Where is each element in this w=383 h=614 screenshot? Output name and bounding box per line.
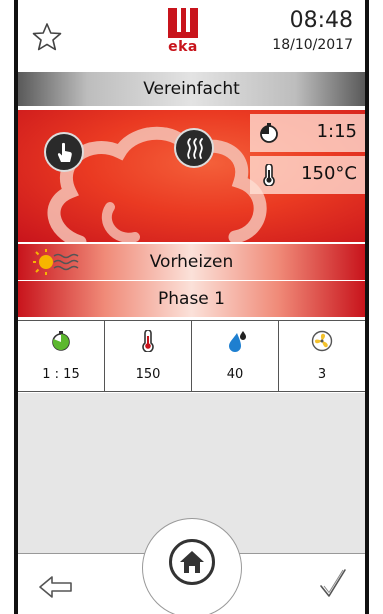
param-temperature-value: 150 [135,367,161,382]
phase-label: Phase 1 [158,289,225,309]
steam-mode-button[interactable] [174,128,214,168]
steam-icon [187,138,203,159]
param-fan[interactable]: 3 [279,321,365,391]
program-panel: 1:15 150°C [18,110,365,242]
footer-nav [18,518,365,614]
param-time-value: 1 : 15 [42,367,80,382]
eka-logo: eka [162,8,204,60]
phase-bar[interactable]: Phase 1 [18,281,365,317]
manual-mode-button[interactable] [44,132,84,172]
star-outline-icon[interactable] [32,22,62,52]
humidity-drop-icon [229,331,246,352]
param-temperature[interactable]: 150 [105,321,192,391]
phase-parameters: 1 : 15 150 40 3 [18,320,365,392]
clock-date: 18/10/2017 [272,37,353,53]
checkmark-icon[interactable] [319,568,347,600]
manual-touch-icon [57,142,72,162]
arrow-left-icon[interactable] [38,574,74,600]
preheat-label: Vorheizen [149,252,234,272]
timer-icon [260,123,278,143]
param-time[interactable]: 1 : 15 [18,321,105,391]
timer-display[interactable]: 1:15 [250,114,365,152]
thermometer-icon [142,330,154,352]
oven-control-screen: eka 08:48 18/10/2017 Vereinfacht 1:15 15… [14,0,369,614]
thermometer-icon [263,164,275,186]
preheat-bar[interactable]: Vorheizen [18,244,365,280]
param-fan-value: 3 [317,367,327,382]
home-button[interactable] [169,539,215,585]
fan-icon [311,330,333,352]
temperature-display[interactable]: 150°C [250,156,365,194]
timer-value: 1:15 [316,121,357,142]
clock-time: 08:48 [289,8,353,33]
temperature-value: 150°C [301,163,357,184]
timer-icon [52,331,70,351]
home-icon [180,551,204,573]
param-humidity[interactable]: 40 [192,321,279,391]
brand-name: eka [168,39,198,55]
mode-title: Vereinfacht [18,72,365,106]
param-humidity-value: 40 [226,367,244,382]
sun-heat-icon [33,249,79,275]
header: eka 08:48 18/10/2017 [18,0,365,68]
